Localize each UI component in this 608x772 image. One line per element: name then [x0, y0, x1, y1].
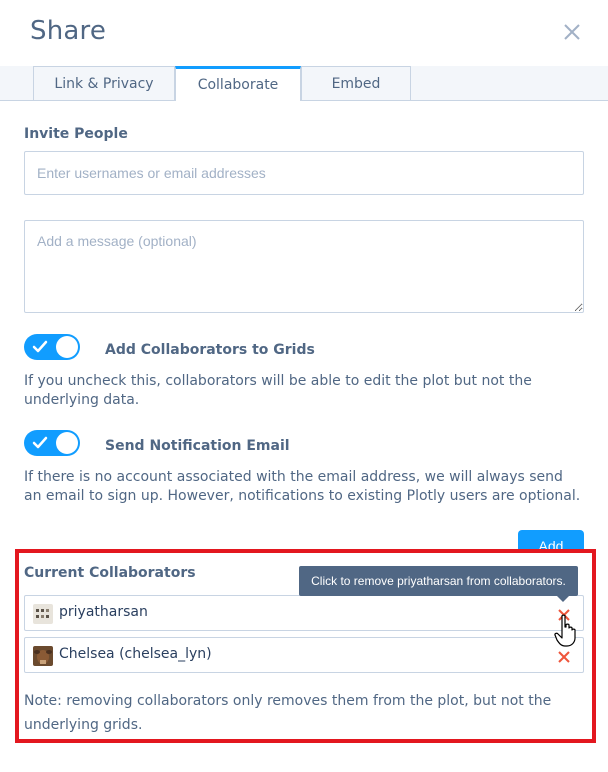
tab-link-privacy[interactable]: Link & Privacy	[33, 66, 175, 100]
tooltip-arrow	[557, 596, 569, 602]
hand-cursor-icon	[554, 614, 578, 648]
tab-collaborate[interactable]: Collaborate	[175, 66, 301, 101]
collaborator-row: priyatharsan	[24, 595, 584, 631]
current-collaborators-label: Current Collaborators	[24, 565, 196, 581]
share-dialog: Share Link & Privacy Collaborate Embed I…	[0, 0, 608, 772]
grids-toggle-label: Add Collaborators to Grids	[105, 342, 315, 358]
collaborators-note: Note: removing collaborators only remove…	[24, 693, 552, 733]
remove-collaborator-icon[interactable]	[557, 649, 571, 663]
remove-tooltip: Click to remove priyatharsan from collab…	[299, 566, 578, 596]
toggle-knob	[56, 432, 78, 454]
toggle-knob	[56, 336, 78, 358]
notify-toggle[interactable]	[24, 430, 80, 456]
tab-bar: Link & Privacy Collaborate Embed	[0, 66, 608, 101]
avatar	[33, 646, 53, 666]
notify-help-text: If there is no account associated with t…	[24, 469, 581, 504]
notify-toggle-label: Send Notification Email	[105, 438, 290, 454]
collaborator-row: Chelsea (chelsea_lyn)	[24, 637, 584, 673]
dialog-title: Share	[30, 16, 107, 46]
collaborator-name: priyatharsan	[59, 604, 148, 620]
grids-toggle[interactable]	[24, 334, 80, 360]
grids-help-text: If you uncheck this, collaborators will …	[24, 373, 532, 408]
tab-embed[interactable]: Embed	[301, 66, 411, 100]
check-icon	[32, 436, 48, 449]
close-icon[interactable]	[560, 20, 584, 44]
collaborator-name: Chelsea (chelsea_lyn)	[59, 646, 212, 662]
invite-message-textarea[interactable]	[24, 220, 584, 313]
avatar	[33, 604, 53, 624]
check-icon	[32, 340, 48, 353]
invite-people-label: Invite People	[24, 126, 128, 142]
dialog-header: Share	[0, 0, 608, 66]
invite-recipients-input[interactable]	[24, 151, 584, 195]
